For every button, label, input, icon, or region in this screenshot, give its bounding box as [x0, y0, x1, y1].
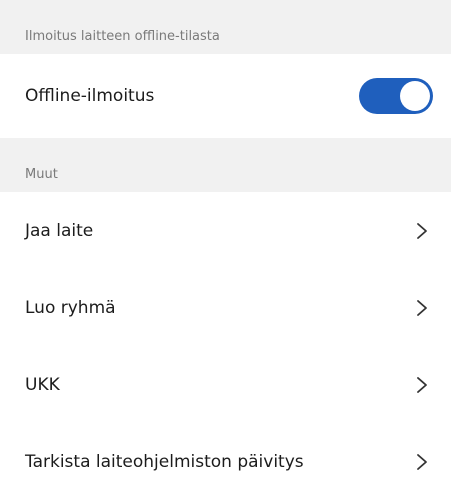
offline-notification-label: Offline-ilmoitus — [25, 86, 155, 106]
offline-notification-row: Offline-ilmoitus — [0, 54, 451, 138]
list-item-label: Jaa laite — [25, 220, 94, 241]
list-item-label: UKK — [25, 374, 60, 395]
chevron-right-icon — [415, 299, 429, 317]
list-item-faq[interactable]: UKK — [0, 346, 451, 423]
chevron-right-icon — [415, 376, 429, 394]
settings-screen: Ilmoitus laitteen offline-tilasta Offlin… — [0, 0, 451, 489]
list-item-label: Luo ryhmä — [25, 297, 116, 318]
section-header-label: Ilmoitus laitteen offline-tilasta — [25, 29, 220, 44]
toggle-knob — [400, 81, 430, 111]
section-header-label: Muut — [25, 167, 58, 182]
list-item-create-group[interactable]: Luo ryhmä — [0, 269, 451, 346]
chevron-right-icon — [415, 222, 429, 240]
list-item-share-device[interactable]: Jaa laite — [0, 192, 451, 269]
section-header-other: Muut — [0, 138, 451, 192]
chevron-right-icon — [415, 453, 429, 471]
offline-notification-toggle[interactable] — [359, 78, 433, 114]
section-header-offline: Ilmoitus laitteen offline-tilasta — [0, 0, 451, 54]
list-item-firmware-update[interactable]: Tarkista laiteohjelmiston päivitys — [0, 423, 451, 489]
list-item-label: Tarkista laiteohjelmiston päivitys — [25, 451, 304, 472]
